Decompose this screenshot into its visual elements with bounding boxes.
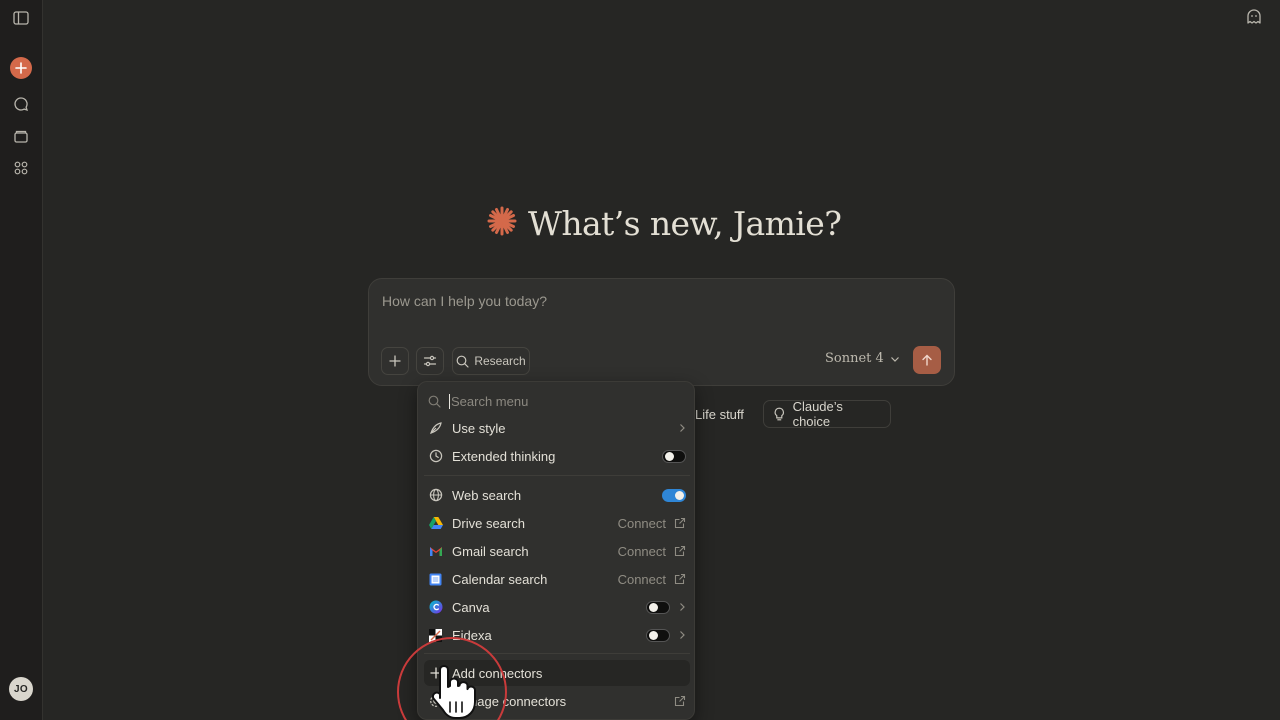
research-button[interactable]: Research (452, 347, 530, 375)
model-selector[interactable]: Sonnet 4 (825, 351, 900, 366)
feather-icon (428, 421, 443, 436)
toggle-sidebar-icon[interactable] (11, 8, 31, 28)
hand-cursor-icon (430, 662, 476, 720)
menu-item-label: Eidexa (452, 627, 492, 643)
connect-link[interactable]: Connect (618, 572, 666, 587)
arrow-up-icon (922, 354, 932, 366)
menu-search-input[interactable] (449, 393, 669, 409)
plus-icon (389, 355, 401, 367)
external-link-icon (674, 695, 686, 707)
menu-item-calendar-search[interactable]: Calendar search Connect (424, 566, 690, 592)
divider (424, 475, 690, 476)
chip-label: Claude’s choice (792, 399, 843, 429)
projects-icon[interactable] (11, 126, 31, 146)
external-link-icon (674, 573, 686, 585)
menu-item-gmail-search[interactable]: Gmail search Connect (424, 538, 690, 564)
lightbulb-icon (774, 407, 784, 421)
menu-item-use-style[interactable]: Use style (424, 415, 690, 441)
model-label: Sonnet 4 (825, 351, 884, 366)
menu-item-label: Drive search (452, 515, 525, 531)
menu-item-label: Gmail search (452, 543, 529, 559)
claude-logo-icon (486, 205, 518, 242)
send-button[interactable] (913, 346, 941, 374)
menu-item-extended-thinking[interactable]: Extended thinking (424, 443, 690, 469)
menu-item-label: Use style (452, 420, 506, 436)
connect-link[interactable]: Connect (618, 544, 666, 559)
research-icon (456, 355, 469, 368)
artifacts-icon[interactable] (11, 158, 31, 178)
canva-toggle[interactable] (646, 600, 670, 614)
web-search-toggle[interactable] (662, 488, 686, 502)
globe-icon (428, 488, 443, 503)
chevron-right-icon (680, 603, 685, 611)
sliders-icon (423, 355, 437, 367)
greeting: What’s new, Jamie? (486, 200, 842, 246)
chats-icon[interactable] (11, 94, 31, 114)
menu-item-label: Canva (452, 599, 490, 615)
chip-claudes-choice[interactable]: Claude’s choice (763, 399, 891, 429)
google-calendar-icon (428, 572, 443, 587)
external-link-icon (674, 545, 686, 557)
eidexa-toggle[interactable] (646, 628, 670, 642)
menu-search (426, 390, 688, 412)
research-label: Research (474, 354, 526, 368)
clock-icon (428, 449, 443, 464)
external-link-icon (674, 517, 686, 529)
menu-item-label: Web search (452, 487, 522, 503)
composer: Research Sonnet 4 (368, 278, 955, 386)
menu-item-drive-search[interactable]: Drive search Connect (424, 510, 690, 536)
chevron-right-icon (680, 424, 685, 432)
chip-label: Life stuff (695, 406, 744, 422)
chevron-down-icon (890, 356, 899, 362)
menu-item-canva[interactable]: Canva (424, 594, 690, 620)
gmail-icon (428, 544, 443, 559)
tools-button[interactable] (416, 347, 444, 375)
menu-item-web-search[interactable]: Web search (424, 482, 690, 508)
incognito-icon[interactable] (1245, 8, 1265, 28)
menu-item-label: Extended thinking (452, 448, 556, 464)
new-chat-button[interactable] (10, 57, 32, 79)
canva-icon (428, 600, 443, 615)
add-attachment-button[interactable] (381, 347, 409, 375)
message-input[interactable] (382, 293, 902, 309)
connect-link[interactable]: Connect (618, 516, 666, 531)
page-title: What’s new, Jamie? (528, 203, 842, 243)
avatar[interactable]: JO (9, 677, 33, 701)
sidebar: JO (0, 0, 43, 720)
search-icon (428, 395, 441, 408)
google-drive-icon (428, 516, 443, 531)
menu-item-label: Calendar search (452, 571, 548, 587)
extended-thinking-toggle[interactable] (662, 449, 686, 463)
chevron-right-icon (680, 631, 685, 639)
